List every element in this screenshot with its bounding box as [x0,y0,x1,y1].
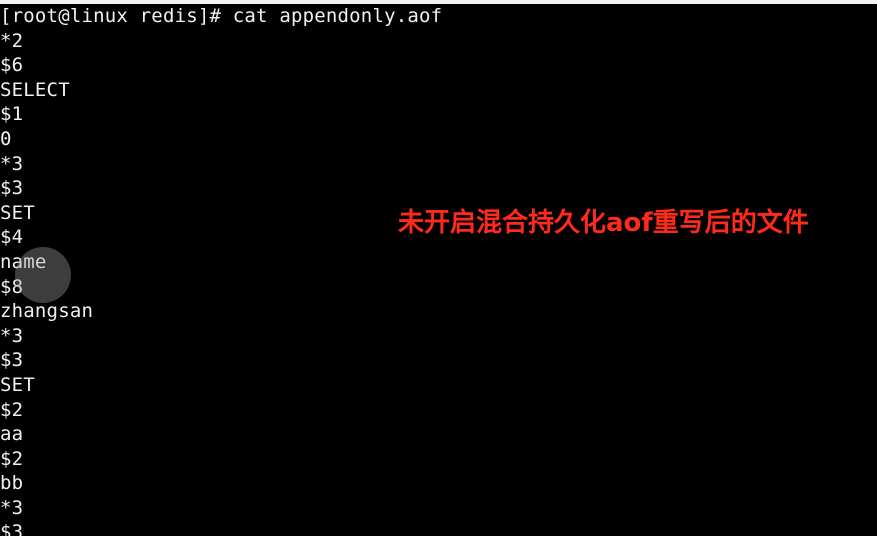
output-line: *3 [0,152,24,175]
shell-prompt: [root@linux redis]# [0,5,233,27]
shell-command: cat appendonly.aof [232,5,443,27]
output-line: $3 [0,521,24,536]
output-line: $4 [0,226,24,249]
output-line: $6 [0,54,24,77]
output-line: SET [0,201,35,224]
output-line: $3 [0,349,24,372]
output-line: *3 [0,496,24,519]
output-line: bb [0,472,24,495]
output-line: aa [0,423,24,446]
output-line: *3 [0,324,24,347]
output-line: SET [0,373,35,396]
output-line: $2 [0,398,24,421]
output-line: $2 [0,447,24,470]
output-line: *2 [0,29,24,52]
output-line: zhangsan [0,300,94,323]
output-line: SELECT [0,78,70,101]
terminal-window[interactable]: [root@linux redis]# cat appendonly.aof *… [0,0,877,536]
cursor-highlight-icon [15,247,71,303]
output-line: 0 [0,127,12,150]
output-line: $3 [0,177,24,200]
command-line: [root@linux redis]# cat appendonly.aof [0,4,442,29]
annotation-label: 未开启混合持久化aof重写后的文件 [398,208,809,238]
output-line: $1 [0,103,24,126]
